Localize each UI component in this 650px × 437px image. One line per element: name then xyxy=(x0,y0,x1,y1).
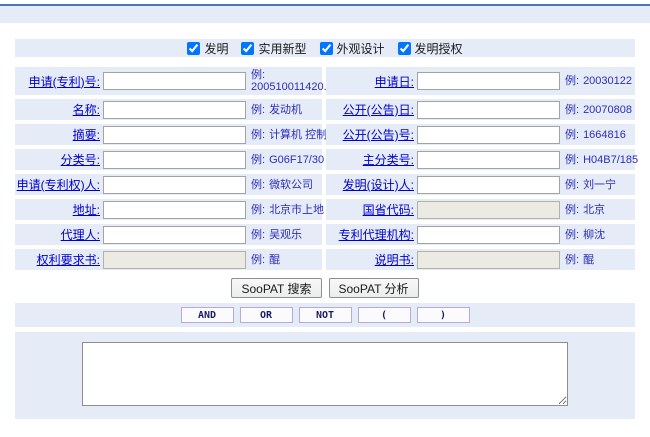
form-row: 名称: 例:发动机 公开(公告)日: 例:20070808 xyxy=(15,99,635,120)
publication-number-input[interactable] xyxy=(417,126,560,144)
form-row: 分类号: 例:G06F17/30 主分类号: 例:H04B7/185 xyxy=(15,149,635,170)
form-row: 申请(专利)号: 例:200510011420.0 申请日: 例:2003012… xyxy=(15,67,635,95)
search-form: 发明 实用新型 外观设计 发明授权 申请(专利)号: 例:20051001142… xyxy=(15,39,635,419)
main-classification-input[interactable] xyxy=(417,151,560,169)
form-row: 申请(专利权)人: 例:微软公司 发明(设计)人: 例:刘一宁 xyxy=(15,174,635,195)
claims-example: 例:醌 xyxy=(251,254,280,266)
patent-type-filter: 发明 实用新型 外观设计 发明授权 xyxy=(15,39,635,57)
granted-invention-label: 发明授权 xyxy=(415,40,463,57)
or-operator-button[interactable]: OR xyxy=(240,307,293,323)
inventor-example: 例:刘一宁 xyxy=(565,179,616,191)
operator-buttons: AND OR NOT ( ) xyxy=(15,303,635,327)
application-date-input[interactable] xyxy=(417,72,560,90)
form-row: 权利要求书: 例:醌 说明书: 例:醌 xyxy=(15,249,635,270)
utility-model-label: 实用新型 xyxy=(258,40,306,57)
open-paren-button[interactable]: ( xyxy=(358,307,411,323)
address-label[interactable]: 地址: xyxy=(73,203,100,217)
publication-date-example: 例:20070808 xyxy=(565,104,632,116)
filter-invention[interactable]: 发明 xyxy=(187,40,228,57)
title-label[interactable]: 名称: xyxy=(73,103,100,117)
inventor-input[interactable] xyxy=(417,176,560,194)
applicant-example: 例:微软公司 xyxy=(251,179,313,191)
claims-label[interactable]: 权利要求书: xyxy=(37,253,100,267)
publication-number-label[interactable]: 公开(公告)号: xyxy=(343,128,414,142)
claims-cell: 权利要求书: 例:醌 xyxy=(15,249,322,270)
agency-input[interactable] xyxy=(417,226,560,244)
application-date-cell: 申请日: 例:20030122 xyxy=(326,67,635,95)
design-label: 外观设计 xyxy=(337,40,385,57)
filter-design[interactable]: 外观设计 xyxy=(320,40,385,57)
publication-date-cell: 公开(公告)日: 例:20070808 xyxy=(326,99,635,120)
soopat-search-button[interactable]: SooPAT 搜索 xyxy=(231,278,321,298)
province-code-input xyxy=(417,201,560,219)
abstract-input[interactable] xyxy=(103,126,246,144)
soopat-analyze-button[interactable]: SooPAT 分析 xyxy=(329,278,419,298)
header-band xyxy=(0,6,650,23)
utility-model-checkbox[interactable] xyxy=(241,42,254,55)
application-date-example: 例:20030122 xyxy=(565,75,632,87)
query-expression-textarea[interactable] xyxy=(82,342,568,406)
address-cell: 地址: 例:北京市上地 xyxy=(15,199,322,220)
agent-example: 例:吴观乐 xyxy=(251,229,302,241)
inventor-label[interactable]: 发明(设计)人: xyxy=(343,178,414,192)
abstract-cell: 摘要: 例:计算机 控制 xyxy=(15,124,322,145)
publication-date-input[interactable] xyxy=(417,101,560,119)
main-classification-example: 例:H04B7/185 xyxy=(565,154,638,166)
classification-cell: 分类号: 例:G06F17/30 xyxy=(15,149,322,170)
form-row: 摘要: 例:计算机 控制 公开(公告)号: 例:1664816 xyxy=(15,124,635,145)
province-code-cell: 国省代码: 例:北京 xyxy=(326,199,635,220)
application-number-example: 例:200510011420.0 xyxy=(251,69,333,93)
application-number-label[interactable]: 申请(专利)号: xyxy=(29,75,100,89)
description-cell: 说明书: 例:醌 xyxy=(326,249,635,270)
title-input[interactable] xyxy=(103,101,246,119)
filter-granted-invention[interactable]: 发明授权 xyxy=(398,40,463,57)
publication-date-label[interactable]: 公开(公告)日: xyxy=(343,103,414,117)
classification-example: 例:G06F17/30 xyxy=(251,154,324,166)
design-checkbox[interactable] xyxy=(320,42,333,55)
address-input[interactable] xyxy=(103,201,246,219)
publication-number-example: 例:1664816 xyxy=(565,129,626,141)
province-code-example: 例:北京 xyxy=(565,204,605,216)
inventor-cell: 发明(设计)人: 例:刘一宁 xyxy=(326,174,635,195)
applicant-label[interactable]: 申请(专利权)人: xyxy=(17,178,100,192)
application-date-label[interactable]: 申请日: xyxy=(375,75,414,89)
invention-label: 发明 xyxy=(204,40,228,57)
application-number-input[interactable] xyxy=(103,72,246,90)
description-example: 例:醌 xyxy=(565,254,594,266)
title-example: 例:发动机 xyxy=(251,104,302,116)
agency-label[interactable]: 专利代理机构: xyxy=(339,228,414,242)
classification-input[interactable] xyxy=(103,151,246,169)
abstract-label[interactable]: 摘要: xyxy=(73,128,100,142)
publication-number-cell: 公开(公告)号: 例:1664816 xyxy=(326,124,635,145)
close-paren-button[interactable]: ) xyxy=(417,307,470,323)
agent-label[interactable]: 代理人: xyxy=(61,228,100,242)
application-number-cell: 申请(专利)号: 例:200510011420.0 xyxy=(15,67,322,95)
applicant-cell: 申请(专利权)人: 例:微软公司 xyxy=(15,174,322,195)
title-cell: 名称: 例:发动机 xyxy=(15,99,322,120)
form-row: 代理人: 例:吴观乐 专利代理机构: 例:柳沈 xyxy=(15,224,635,245)
agency-cell: 专利代理机构: 例:柳沈 xyxy=(326,224,635,245)
form-row: 地址: 例:北京市上地 国省代码: 例:北京 xyxy=(15,199,635,220)
main-classification-cell: 主分类号: 例:H04B7/185 xyxy=(326,149,635,170)
address-example: 例:北京市上地 xyxy=(251,204,324,216)
granted-invention-checkbox[interactable] xyxy=(398,42,411,55)
province-code-label[interactable]: 国省代码: xyxy=(363,203,414,217)
filter-utility-model[interactable]: 实用新型 xyxy=(241,40,306,57)
agency-example: 例:柳沈 xyxy=(565,229,605,241)
applicant-input[interactable] xyxy=(103,176,246,194)
query-expression-panel xyxy=(15,332,635,419)
and-operator-button[interactable]: AND xyxy=(181,307,234,323)
not-operator-button[interactable]: NOT xyxy=(299,307,352,323)
description-label[interactable]: 说明书: xyxy=(375,253,414,267)
main-classification-label[interactable]: 主分类号: xyxy=(363,153,414,167)
invention-checkbox[interactable] xyxy=(187,42,200,55)
claims-input xyxy=(103,251,246,269)
action-buttons: SooPAT 搜索 SooPAT 分析 xyxy=(15,278,635,298)
abstract-example: 例:计算机 控制 xyxy=(251,129,327,141)
agent-cell: 代理人: 例:吴观乐 xyxy=(15,224,322,245)
classification-label[interactable]: 分类号: xyxy=(61,153,100,167)
agent-input[interactable] xyxy=(103,226,246,244)
description-input xyxy=(417,251,560,269)
